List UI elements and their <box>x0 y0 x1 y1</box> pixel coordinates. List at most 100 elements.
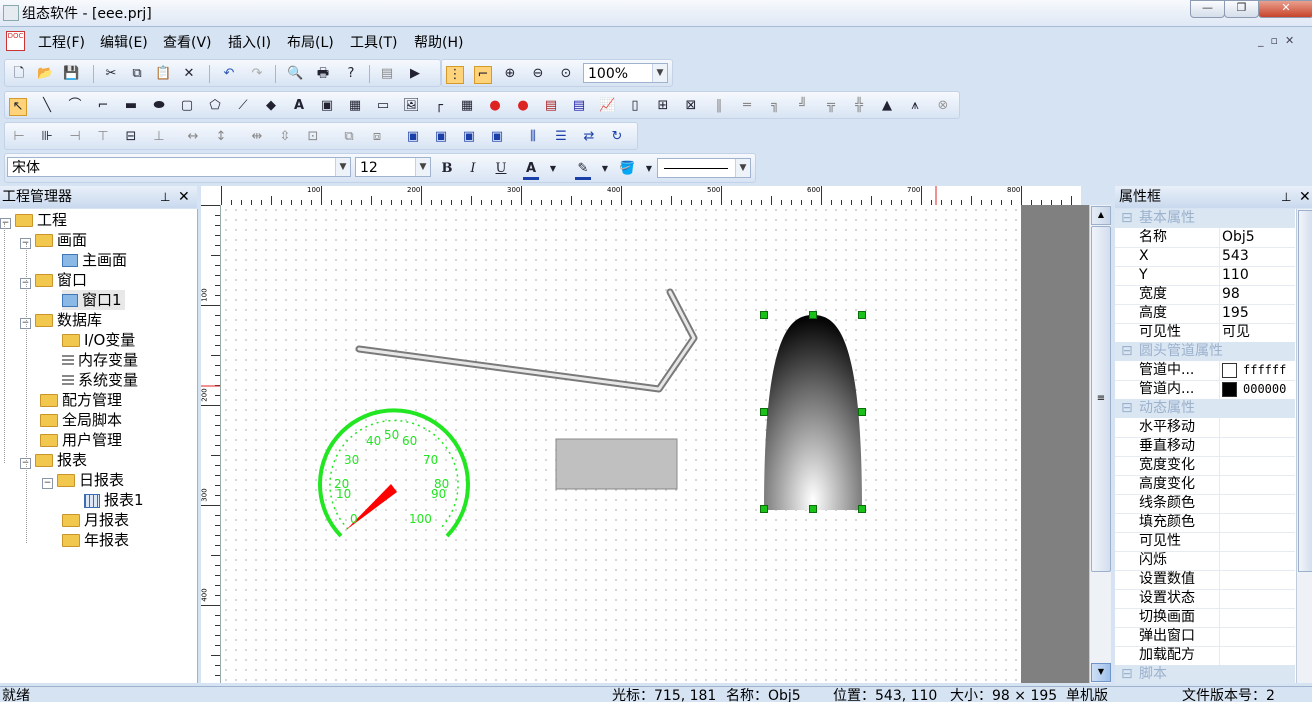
chevron-down-icon[interactable]: ▼ <box>641 161 657 177</box>
group-dynamic[interactable]: ⊟ 动态属性 <box>1115 399 1295 418</box>
selection-handle[interactable] <box>760 408 768 416</box>
align-bottom-icon[interactable]: ⊥ <box>151 129 167 145</box>
vpipe-icon[interactable]: ‖ <box>711 98 727 114</box>
tree-node-windows[interactable]: − 窗口 <box>20 270 87 290</box>
italic-icon[interactable]: I <box>465 161 481 177</box>
elbow-icon[interactable]: ╗ <box>767 98 783 114</box>
zoom-in-icon[interactable]: ⊕ <box>502 66 518 82</box>
grid-toggle-icon[interactable]: ⋮ <box>446 66 464 84</box>
send-back-icon[interactable]: ▣ <box>433 129 449 145</box>
new-file-icon[interactable]: 🗋 <box>11 66 27 82</box>
line-color-icon[interactable]: ✎ <box>575 161 591 180</box>
menu-view[interactable]: 查看(V) <box>163 32 212 52</box>
menu-tools[interactable]: 工具(T) <box>350 32 397 52</box>
prop-row[interactable]: X 543 <box>1115 247 1295 267</box>
color-swatch[interactable] <box>1222 381 1237 397</box>
same-width-icon[interactable]: ⇹ <box>249 129 265 145</box>
align-center-icon[interactable]: ⊪ <box>39 129 55 145</box>
scroll-thumb[interactable]: ≡ <box>1091 226 1111 572</box>
cut-icon[interactable]: ✂ <box>103 66 119 82</box>
dome-icon[interactable]: ⩚ <box>907 98 923 114</box>
save-icon[interactable]: 💾 <box>63 66 79 82</box>
tee-icon[interactable]: ╦ <box>823 98 839 114</box>
cross-icon[interactable]: ╬ <box>851 98 867 114</box>
pin-icon[interactable]: ⊥ <box>1281 186 1291 208</box>
arc-icon[interactable]: ⌒ <box>67 98 83 114</box>
collapse-icon[interactable]: ⊟ <box>1121 665 1133 684</box>
hpipe-icon[interactable]: ═ <box>739 98 755 114</box>
frame-icon[interactable]: ▭ <box>375 98 391 114</box>
alarm2-icon[interactable]: ● <box>515 98 531 114</box>
same-size-icon[interactable]: ⊡ <box>305 129 321 145</box>
chevron-down-icon[interactable]: ▼ <box>652 64 667 82</box>
rectangle-object[interactable] <box>555 438 678 490</box>
prop-row[interactable]: 切换画面 <box>1115 608 1295 628</box>
vertical-scrollbar[interactable]: ▲ ≡ ▼ <box>1089 205 1111 683</box>
tree-node-screens[interactable]: − 画面 <box>20 230 87 250</box>
align-left-icon[interactable]: ⊢ <box>11 129 27 145</box>
selection-handle[interactable] <box>809 311 817 319</box>
pipe-icon[interactable]: ⟋ <box>235 98 251 114</box>
prop-row[interactable]: 填充颜色 <box>1115 513 1295 533</box>
flip-h-icon[interactable]: ⇄ <box>581 129 597 145</box>
selection-handle[interactable] <box>858 408 866 416</box>
zoom-combo[interactable]: 100% ▼ <box>583 63 668 83</box>
table-icon[interactable]: ▦ <box>459 98 475 114</box>
panel-icon[interactable]: ▯ <box>627 98 643 114</box>
same-height-icon[interactable]: ⇳ <box>277 129 293 145</box>
bar-chart2-icon[interactable]: ▤ <box>571 98 587 114</box>
prop-row[interactable]: 线条颜色 <box>1115 494 1295 514</box>
prop-row[interactable]: Y 110 <box>1115 266 1295 286</box>
tree-node-global-script[interactable]: 全局脚本 <box>40 410 122 430</box>
tree-node-io-vars[interactable]: I/O变量 <box>62 330 135 350</box>
menu-insert[interactable]: 插入(I) <box>228 32 271 52</box>
align-top-icon[interactable]: ⊤ <box>95 129 111 145</box>
select-arrow-icon[interactable]: ↖ <box>9 98 27 116</box>
tree-node-users[interactable]: 用户管理 <box>40 430 122 450</box>
underline-icon[interactable]: U <box>493 161 509 177</box>
print-preview-icon[interactable]: 🔍 <box>287 66 303 82</box>
align-middle-icon[interactable]: ⊟ <box>123 129 139 145</box>
ungroup-icon[interactable]: ⧈ <box>369 129 385 145</box>
menu-edit[interactable]: 编辑(E) <box>100 32 148 52</box>
picture-icon[interactable]: 🖼 <box>403 98 420 114</box>
polyline-icon[interactable]: ⌐ <box>95 98 111 114</box>
close-icon[interactable]: ✕ <box>178 186 190 208</box>
image-icon[interactable]: ▣ <box>319 98 335 114</box>
font-family-combo[interactable]: 宋体 ▼ <box>7 157 351 177</box>
space-h-icon[interactable]: ↔ <box>185 129 201 145</box>
menu-project[interactable]: 工程(F) <box>38 32 85 52</box>
prop-row[interactable]: 名称 Obj5 <box>1115 228 1295 248</box>
line-style-combo[interactable]: ▼ <box>657 158 751 178</box>
button-control-icon[interactable]: ▦ <box>347 98 363 114</box>
fill-color-icon[interactable]: 🪣 <box>619 161 635 177</box>
pipe-object[interactable] <box>355 288 698 393</box>
diamond-icon[interactable]: ◆ <box>263 98 279 114</box>
prop-row[interactable]: 加载配方 <box>1115 646 1295 666</box>
gauge-object[interactable]: 0 10 20 30 40 50 60 70 80 90 100 <box>318 408 470 538</box>
close-icon[interactable]: ✕ <box>1299 186 1311 208</box>
prop-row[interactable]: 宽度变化 <box>1115 456 1295 476</box>
prop-row[interactable]: 闪烁 <box>1115 551 1295 571</box>
component-icon[interactable]: ⊞ <box>655 98 671 114</box>
redo-icon[interactable]: ↷ <box>249 66 265 82</box>
prop-row[interactable]: 管道内... 000000 <box>1115 380 1295 400</box>
chevron-down-icon[interactable]: ▼ <box>415 158 430 176</box>
tree-node-window1[interactable]: 窗口1 <box>62 290 125 310</box>
space-v-icon[interactable]: ↕ <box>213 129 229 145</box>
dome-object[interactable] <box>764 315 862 510</box>
chevron-down-icon[interactable]: ▼ <box>597 161 613 177</box>
center-v-icon[interactable]: ☰ <box>553 129 569 145</box>
line-icon[interactable]: ╲ <box>39 98 55 114</box>
tree-node-recipe[interactable]: 配方管理 <box>40 390 122 410</box>
tree-node-reports[interactable]: − 报表 <box>20 450 87 470</box>
font-size-combo[interactable]: 12 ▼ <box>355 157 431 177</box>
copy-icon[interactable]: ⧉ <box>129 66 145 82</box>
polygon-icon[interactable]: ⬠ <box>207 98 223 114</box>
rounded-rect-icon[interactable]: ▢ <box>179 98 195 114</box>
corner-icon[interactable]: ┌ <box>431 98 447 114</box>
prop-row[interactable]: 设置数值 <box>1115 570 1295 590</box>
bar-chart-icon[interactable]: ▤ <box>543 98 559 114</box>
prop-row[interactable]: 宽度 98 <box>1115 285 1295 305</box>
compile-icon[interactable]: ▤ <box>379 66 395 82</box>
